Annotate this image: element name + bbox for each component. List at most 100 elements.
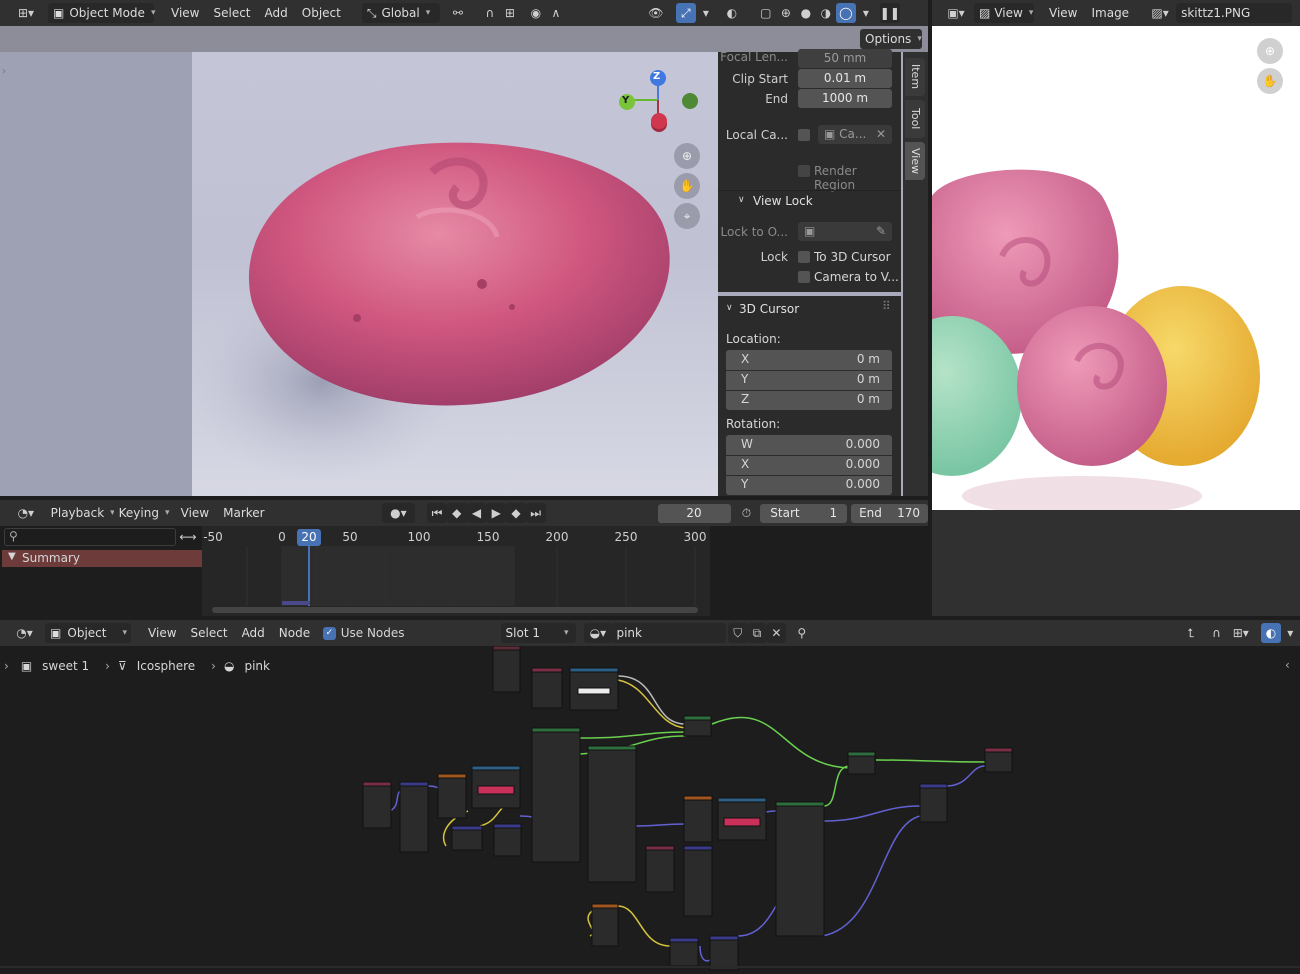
3d-cursor-title[interactable]: 3D Cursor: [739, 302, 799, 316]
stopwatch-icon[interactable]: ⏱: [737, 503, 757, 523]
playhead-frame-label[interactable]: 20: [297, 529, 321, 546]
current-frame-field[interactable]: 20: [657, 503, 731, 523]
menu-node[interactable]: Node: [272, 623, 317, 643]
chevron-down-icon[interactable]: ∨: [738, 195, 745, 205]
tab-tool[interactable]: Tool: [905, 100, 925, 138]
parent-node-icon[interactable]: ⮤: [1181, 623, 1200, 643]
image-browse-icon[interactable]: ▨▾: [1146, 3, 1174, 23]
menu-view[interactable]: View: [164, 3, 206, 23]
playback-dropdown[interactable]: Playback ▾: [45, 503, 115, 523]
pin-icon[interactable]: ⚲: [792, 623, 811, 643]
to-3d-cursor-checkbox[interactable]: [798, 251, 810, 263]
slot-dropdown[interactable]: Slot 1 ▾: [500, 623, 577, 643]
record-icon[interactable]: ●▾: [381, 503, 416, 523]
fake-user-shield-icon[interactable]: ⛉: [728, 623, 748, 643]
pan-hand-icon[interactable]: ✋: [674, 173, 700, 199]
chevron-down-icon[interactable]: ▾: [856, 3, 876, 23]
end-frame-field[interactable]: End 170: [851, 503, 928, 523]
menu-view[interactable]: View: [1042, 3, 1084, 23]
menu-view[interactable]: View: [141, 623, 183, 643]
channel-search-input[interactable]: ⚲: [4, 528, 176, 546]
shader-type-dropdown[interactable]: ▣ Object ▾: [45, 623, 132, 643]
zoom-icon[interactable]: ⊕: [1257, 38, 1283, 64]
editor-type-icon[interactable]: ▣▾: [942, 3, 970, 23]
rotation-x-field[interactable]: X 0.000: [726, 455, 892, 474]
snap-icon[interactable]: ∩: [1207, 623, 1226, 643]
wireframe-shading-icon[interactable]: ⊕: [776, 3, 796, 23]
image-name-field[interactable]: skittz1.PNG: [1176, 3, 1293, 23]
view-lock-title[interactable]: View Lock: [753, 194, 813, 208]
image-canvas[interactable]: ⊕ ✋: [932, 26, 1300, 510]
snap-target-icon[interactable]: ⊞▾: [1226, 623, 1255, 643]
menu-select[interactable]: Select: [184, 623, 235, 643]
tab-view[interactable]: View: [905, 142, 925, 180]
camera-to-view-checkbox[interactable]: [798, 271, 810, 283]
chevron-down-icon[interactable]: ▾: [696, 3, 716, 23]
jump-start-icon[interactable]: ⏮: [427, 503, 447, 523]
node-canvas[interactable]: › ▣ sweet 1 › ⊽ Icosphere › ◒ pink ‹: [0, 646, 1300, 974]
drag-handle-icon[interactable]: ⠿: [882, 299, 891, 313]
local-camera-field[interactable]: ▣ Ca... ✕: [818, 125, 892, 144]
location-x-field[interactable]: X 0 m: [726, 350, 892, 369]
editor-type-icon[interactable]: ◔▾: [12, 503, 40, 523]
duplicate-material-icon[interactable]: ⧉: [747, 623, 767, 643]
snap-target-icon[interactable]: ⊞: [500, 3, 520, 23]
orientation-dropdown[interactable]: ⤡ Global ▾: [361, 3, 440, 23]
menu-image[interactable]: Image: [1084, 3, 1136, 23]
menu-select[interactable]: Select: [206, 3, 257, 23]
pivot-icon[interactable]: ⚯: [448, 3, 468, 23]
clear-x-icon[interactable]: ✕: [876, 125, 886, 144]
solid-shading-icon[interactable]: ●: [796, 3, 816, 23]
menu-marker[interactable]: Marker: [216, 503, 271, 523]
camera-view-icon[interactable]: ⌖: [674, 203, 700, 229]
tab-item[interactable]: Item: [905, 58, 925, 96]
editor-type-icon[interactable]: ⊞▾: [10, 3, 42, 23]
summary-channel[interactable]: ▼ Summary: [2, 550, 202, 567]
start-frame-field[interactable]: Start 1: [760, 503, 848, 523]
options-dropdown[interactable]: Options ▾: [860, 29, 922, 49]
pan-hand-icon[interactable]: ✋: [1257, 68, 1283, 94]
overlay-icon[interactable]: ◐: [722, 3, 742, 23]
render-region-checkbox[interactable]: [798, 165, 810, 177]
falloff-icon[interactable]: ∧: [546, 3, 566, 23]
view-mode-dropdown[interactable]: ▨ View ▾: [974, 3, 1034, 23]
eyedropper-icon[interactable]: ✎: [876, 222, 886, 241]
material-shading-icon[interactable]: ◑: [816, 3, 836, 23]
xray-icon[interactable]: ▢: [756, 3, 776, 23]
unlink-x-icon[interactable]: ✕: [766, 623, 787, 643]
material-browse-icon[interactable]: ◒▾: [584, 623, 612, 643]
clip-end-field[interactable]: 1000 m: [798, 89, 892, 108]
next-keyframe-icon[interactable]: ◆: [506, 503, 526, 523]
play-icon[interactable]: ▶: [486, 503, 507, 523]
toolbar-expand-icon[interactable]: ›: [2, 66, 6, 77]
local-camera-checkbox[interactable]: [798, 129, 810, 141]
keying-dropdown[interactable]: Keying ▾: [113, 503, 169, 523]
location-z-field[interactable]: Z 0 m: [726, 390, 892, 409]
prev-keyframe-icon[interactable]: ◆: [446, 503, 467, 523]
3d-viewport[interactable]: Z Y ⊕ ✋ ⌖ › Options ▾ Focal Len... 50 mm…: [0, 26, 928, 496]
snap-icon[interactable]: ∩: [480, 3, 500, 23]
visibility-icon[interactable]: 👁: [646, 3, 666, 23]
mode-dropdown[interactable]: ▣ Object Mode ▾: [48, 3, 155, 23]
lock-to-object-field[interactable]: ▣ ✎: [798, 222, 892, 241]
chevron-down-icon[interactable]: ▾: [1281, 623, 1300, 643]
zoom-icon[interactable]: ⊕: [674, 143, 700, 169]
use-nodes-checkbox[interactable]: ✓: [323, 626, 336, 640]
rotation-w-field[interactable]: W 0.000: [726, 435, 892, 454]
chevron-down-icon[interactable]: ∨: [726, 303, 733, 313]
menu-add[interactable]: Add: [258, 3, 295, 23]
focal-length-field[interactable]: 50 mm: [798, 49, 892, 68]
menu-object[interactable]: Object: [295, 3, 348, 23]
jump-end-icon[interactable]: ⏭: [525, 503, 546, 523]
play-reverse-icon[interactable]: ◀: [466, 503, 487, 523]
material-name-field[interactable]: pink: [611, 623, 727, 643]
gizmo-toggle-icon[interactable]: ⤢: [675, 3, 696, 23]
menu-view[interactable]: View: [174, 503, 216, 523]
overlay-icon[interactable]: ◐: [1261, 623, 1281, 643]
pause-render-icon[interactable]: ❚❚: [880, 3, 900, 23]
clip-start-field[interactable]: 0.01 m: [798, 69, 892, 88]
rotation-y-field[interactable]: Y 0.000: [726, 475, 892, 494]
proportional-edit-icon[interactable]: ◉: [526, 3, 546, 23]
rendered-shading-icon[interactable]: ◯: [835, 3, 856, 23]
menu-add[interactable]: Add: [235, 623, 272, 643]
